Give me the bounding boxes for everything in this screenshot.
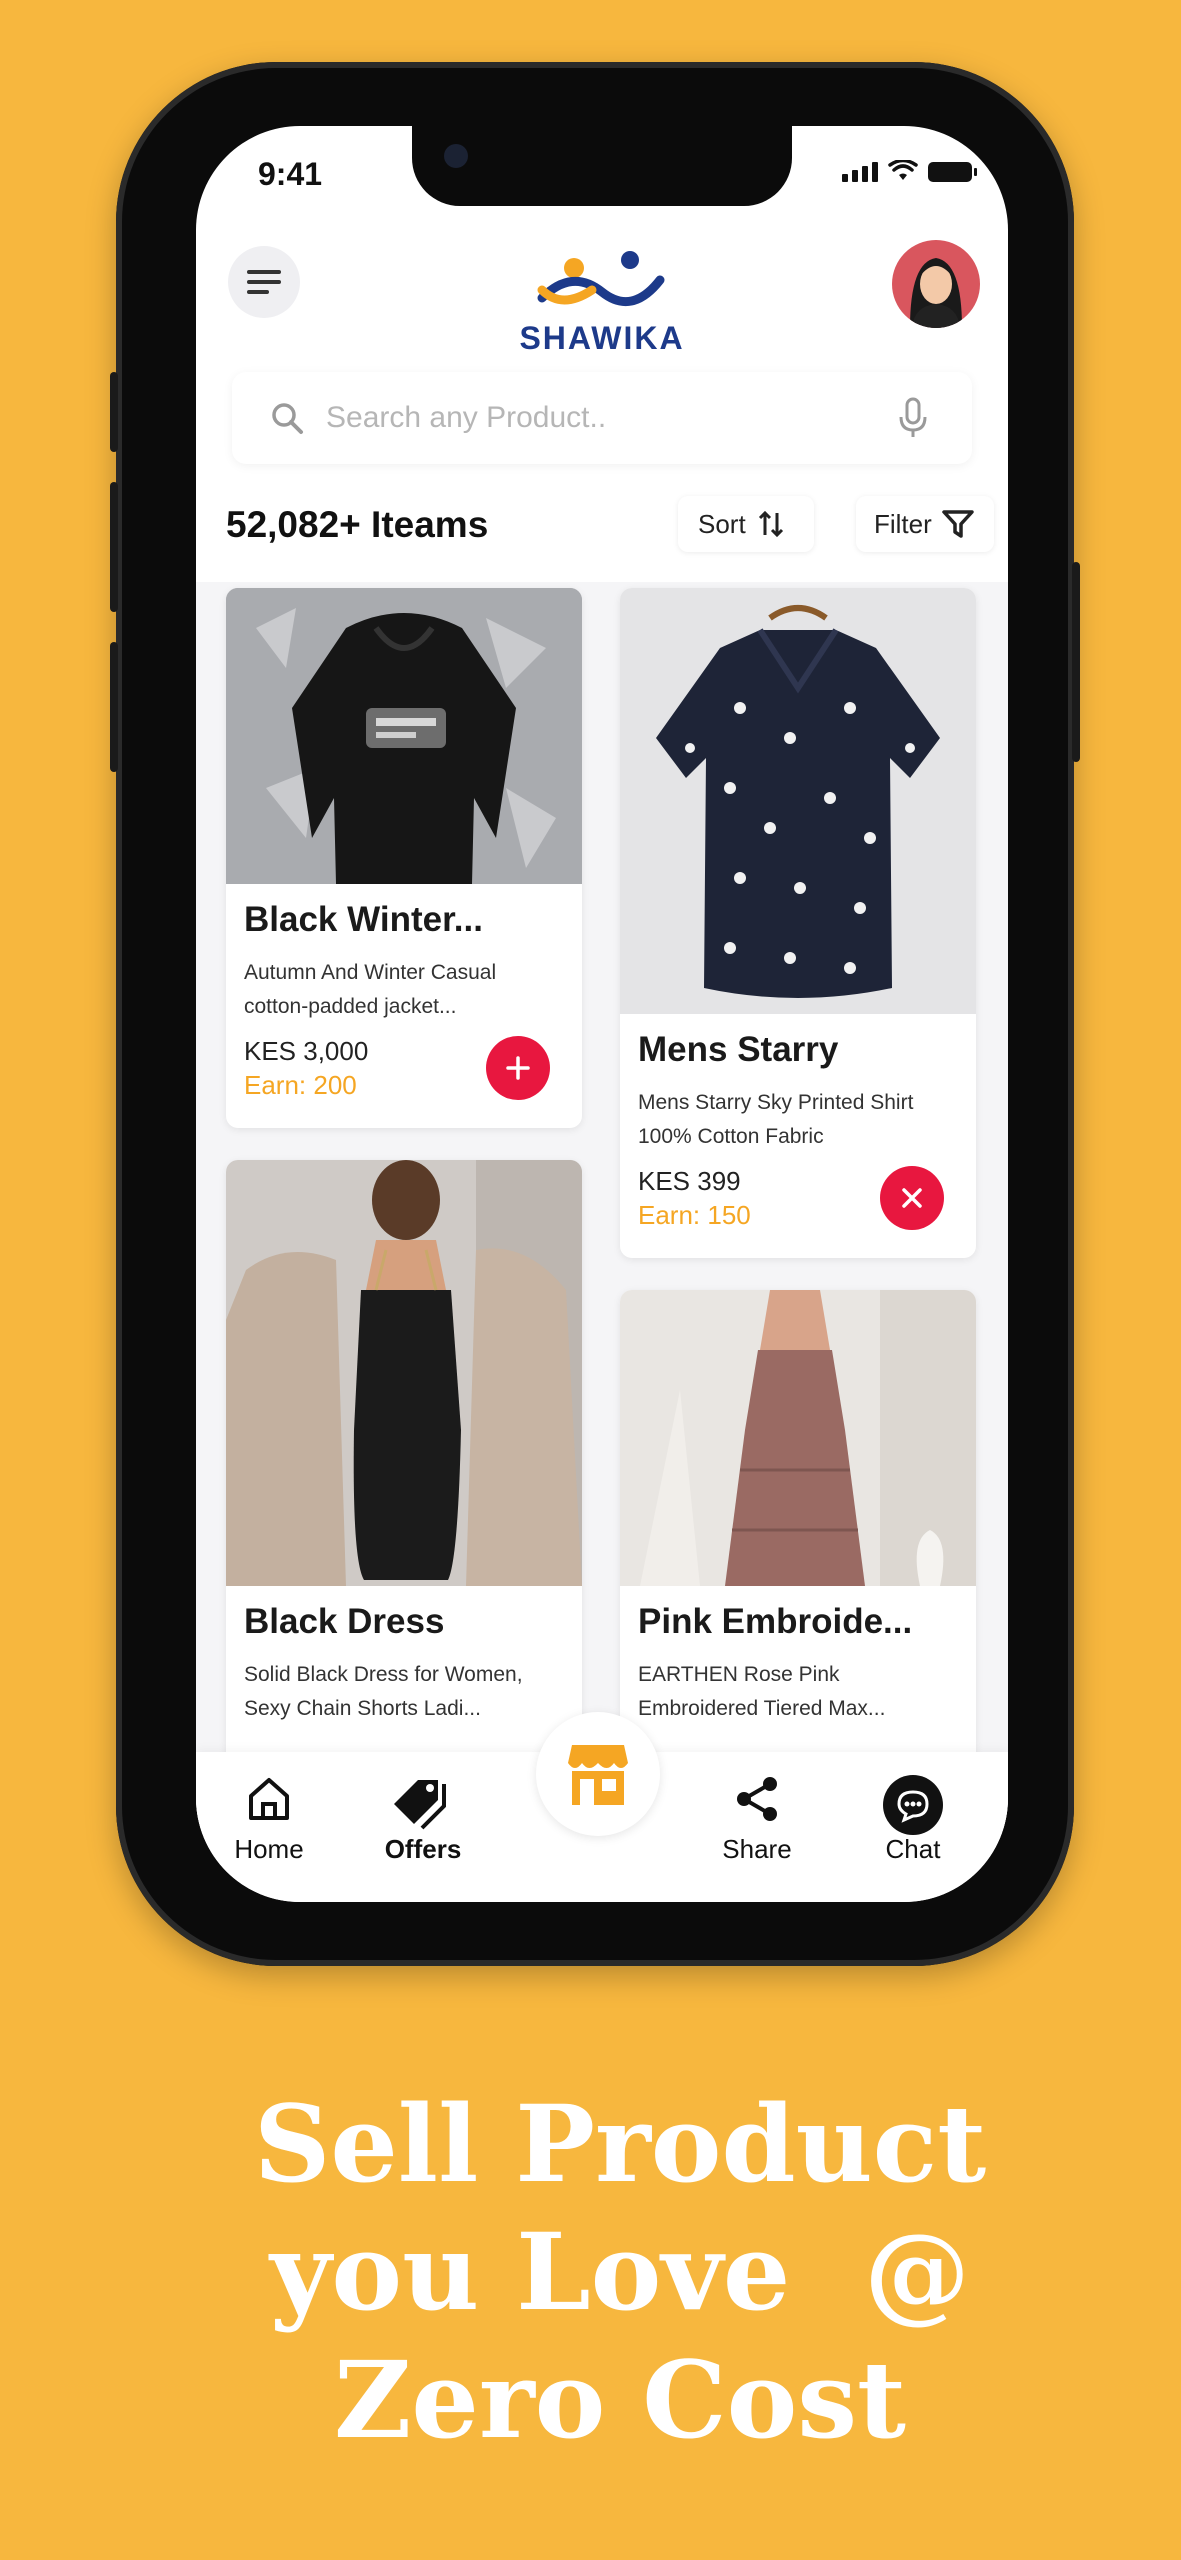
product-image xyxy=(620,588,976,1014)
tagline-line-3: Zero Cost xyxy=(334,2337,906,2462)
logo-icon xyxy=(537,251,665,306)
product-image xyxy=(226,1160,582,1586)
tag-icon xyxy=(394,1780,446,1830)
product-desc: Solid Black Dress for Women, Sexy Chain S… xyxy=(244,1663,523,1720)
nav-home-label: Home xyxy=(234,1834,304,1864)
product-image xyxy=(620,1290,976,1586)
sort-button[interactable]: Sort xyxy=(678,496,814,552)
product-title: Black Winter... xyxy=(244,900,483,939)
product-image xyxy=(226,588,582,884)
promo-tagline: Sell Product you Love @ Zero Cost xyxy=(0,2080,1181,2464)
search-icon xyxy=(272,403,303,434)
items-count: 52,082+ Iteams xyxy=(226,504,489,545)
product-title: Pink Embroide... xyxy=(638,1602,913,1641)
menu-button[interactable] xyxy=(228,246,300,318)
product-earn: Earn: 200 xyxy=(244,1070,357,1100)
plus-icon xyxy=(506,1056,530,1080)
product-card[interactable]: Black Dress Solid Black Dress for Women,… xyxy=(226,1160,582,1780)
status-time: 9:41 xyxy=(258,156,323,192)
tagline-line-1: Sell Product xyxy=(253,2081,987,2206)
sort-label: Sort xyxy=(698,508,746,539)
nav-chat-label: Chat xyxy=(885,1834,941,1864)
filter-label: Filter xyxy=(874,508,932,539)
nav-offers-label: Offers xyxy=(384,1834,462,1864)
store-icon xyxy=(568,1745,628,1805)
remove-button[interactable] xyxy=(880,1166,944,1230)
product-price: KES 3,000 xyxy=(244,1036,369,1066)
bottom-nav: Home Offers Share Chat xyxy=(196,1712,1008,1902)
avatar[interactable] xyxy=(892,240,980,328)
sort-icon xyxy=(758,510,783,538)
product-desc: Mens Starry Sky Printed Shirt 100% Cotton… xyxy=(638,1091,914,1148)
product-card[interactable]: Pink Embroide... EARTHEN Rose Pink Embroi… xyxy=(620,1290,976,1790)
search-input[interactable] xyxy=(324,400,888,436)
status-icons xyxy=(842,160,977,182)
items-toolbar: 52,082+ Iteams Sort Filter xyxy=(226,496,994,556)
tagline-line-2: you Love @ xyxy=(269,2209,971,2334)
product-card[interactable]: Black Winter... Autumn And Winter Casual… xyxy=(226,588,582,1128)
home-icon xyxy=(249,1778,289,1820)
product-price: KES 399 xyxy=(638,1166,741,1196)
chat-icon xyxy=(883,1775,943,1835)
product-earn: Earn: 150 xyxy=(638,1200,751,1230)
notch xyxy=(412,126,792,206)
close-icon xyxy=(902,1188,922,1208)
battery-icon xyxy=(928,162,977,182)
product-title: Mens Starry xyxy=(638,1030,839,1069)
brand-logo: SHAWIKA xyxy=(502,250,702,360)
product-card[interactable]: Mens Starry Mens Starry Sky Printed Shir… xyxy=(620,588,976,1258)
filter-icon xyxy=(942,510,974,538)
brand-name: SHAWIKA xyxy=(519,320,685,356)
share-icon xyxy=(737,1777,777,1821)
store-button[interactable] xyxy=(536,1712,660,1836)
wifi-icon xyxy=(888,160,918,180)
product-title: Black Dress xyxy=(244,1602,445,1641)
filter-button[interactable]: Filter xyxy=(856,496,994,552)
add-button[interactable] xyxy=(486,1036,550,1100)
product-desc: EARTHEN Rose Pink Embroidered Tiered Max.… xyxy=(638,1663,886,1720)
search-bar xyxy=(232,372,972,464)
app-screen: 9:41 SHAWIKA 52,082+ Iteams xyxy=(196,126,1008,1902)
mic-icon[interactable] xyxy=(898,397,928,439)
signal-icon xyxy=(842,162,878,182)
nav-share-label: Share xyxy=(722,1834,792,1864)
product-desc: Autumn And Winter Casual cotton-padded ja… xyxy=(244,961,497,1018)
